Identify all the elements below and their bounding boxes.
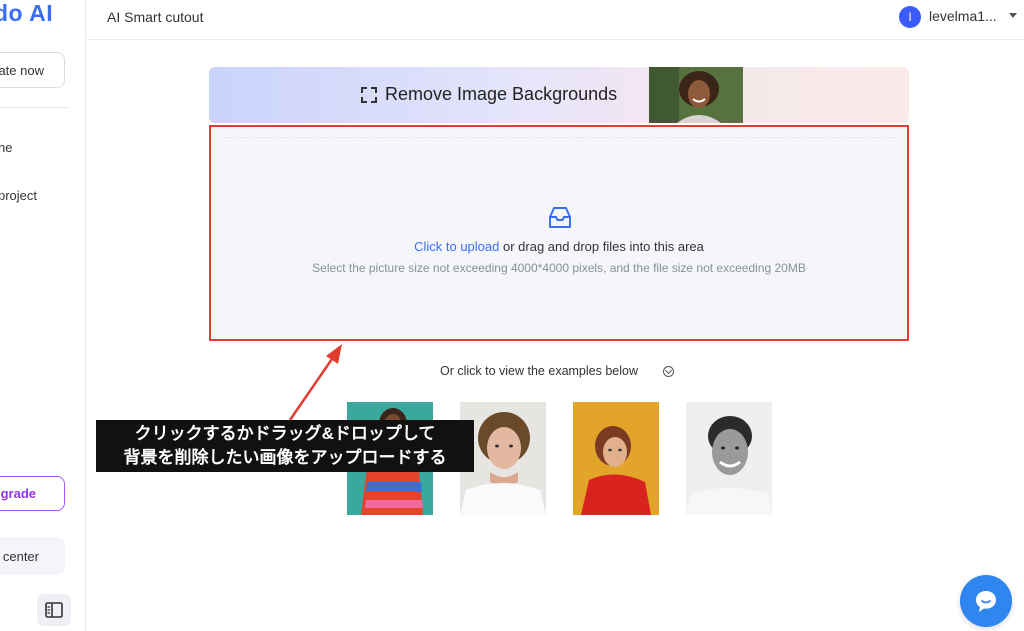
- upload-dropzone[interactable]: Click to upload or drag and drop files i…: [209, 125, 909, 341]
- example-image-3[interactable]: [573, 402, 659, 515]
- inbox-upload-icon[interactable]: [547, 206, 573, 235]
- sidebar-toggle-icon: [45, 602, 63, 618]
- sidebar: do AI ate now ne project grade center: [0, 0, 86, 631]
- banner-title: Remove Image Backgrounds: [385, 84, 618, 104]
- upgrade-button[interactable]: grade: [0, 476, 65, 511]
- collapse-sidebar-button[interactable]: [37, 594, 71, 626]
- examples-title[interactable]: Or click to view the examples below: [440, 364, 638, 378]
- example-image-4[interactable]: [686, 402, 772, 515]
- annotation-callout: クリックするかドラッグ&ドロップして 背景を削除したい画像をアップロードする: [96, 420, 474, 472]
- chevron-down-circle-icon[interactable]: [663, 366, 674, 377]
- chat-icon: [976, 591, 996, 612]
- avatar[interactable]: I: [899, 6, 921, 28]
- chat-support-button[interactable]: [960, 575, 1012, 627]
- sidebar-item-home[interactable]: ne: [0, 140, 12, 155]
- top-bar: AI Smart cutout I levelma1...: [87, 0, 1024, 40]
- crop-selection-icon: [361, 87, 377, 103]
- help-center-button[interactable]: center: [0, 537, 65, 575]
- sidebar-divider: [0, 107, 68, 108]
- banner-sample-photo: [649, 67, 743, 123]
- create-now-button[interactable]: ate now: [0, 52, 65, 88]
- annotation-line-1: クリックするかドラッグ&ドロップして: [134, 424, 436, 443]
- page-title: AI Smart cutout: [107, 9, 204, 25]
- upload-size-hint: Select the picture size not exceeding 40…: [312, 261, 806, 275]
- drag-drop-text: or drag and drop files into this area: [499, 239, 704, 254]
- username[interactable]: levelma1...: [929, 8, 997, 24]
- click-to-upload-link[interactable]: Click to upload: [414, 239, 499, 254]
- banner-background: [743, 67, 909, 123]
- upload-instruction: Click to upload or drag and drop files i…: [211, 239, 907, 254]
- sidebar-item-project[interactable]: project: [0, 188, 37, 203]
- app-logo[interactable]: do AI: [0, 0, 53, 27]
- dropzone-dashed-line: [225, 137, 895, 138]
- feature-banner: Remove Image Backgrounds: [209, 67, 909, 123]
- chevron-down-icon[interactable]: [1009, 13, 1017, 18]
- annotation-line-2: 背景を削除したい画像をアップロードする: [123, 448, 447, 467]
